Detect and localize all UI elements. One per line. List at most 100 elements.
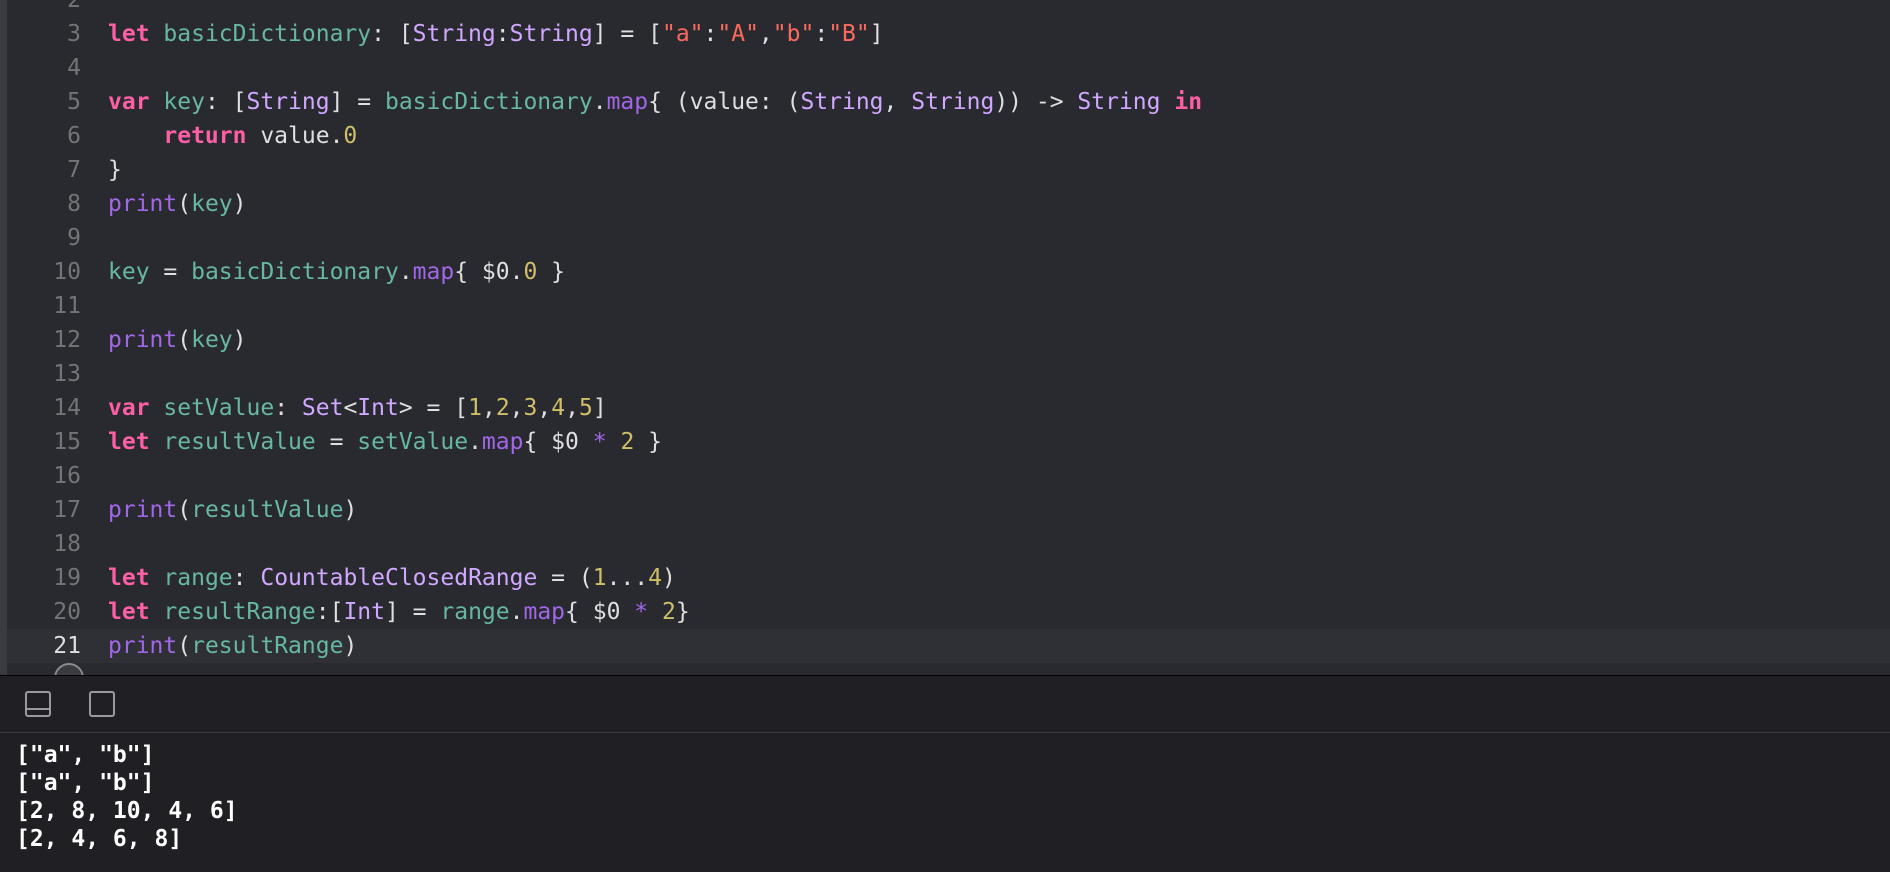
code-text: print(resultRange) (108, 629, 357, 663)
code-token: map (481, 429, 524, 455)
code-line[interactable]: 15 let resultValue = setValue.map{ $0 * 2… (0, 425, 1890, 459)
code-token: { $0 (523, 429, 593, 455)
code-token: : [ (204, 89, 247, 115)
code-token: "b" (772, 21, 815, 47)
code-token: ] (869, 21, 884, 47)
code-line[interactable]: 20 let resultRange:[Int] = range.map{ $0 … (0, 595, 1890, 629)
line-number: 10 (53, 259, 81, 285)
line-number: 7 (67, 157, 81, 183)
code-token: < (343, 395, 358, 421)
code-text: print(resultValue) (108, 493, 357, 527)
code-token: * (634, 599, 649, 625)
code-line[interactable]: 18 (0, 527, 1890, 561)
code-token: var (108, 395, 150, 421)
code-token: : (232, 565, 261, 591)
code-token: . (592, 89, 607, 115)
code-token: String (1077, 89, 1161, 115)
code-token: basicDictionary (163, 21, 372, 47)
code-text: return value.0 (108, 119, 357, 153)
code-line[interactable]: 11 (0, 289, 1890, 323)
code-token: 4 (648, 565, 662, 591)
console-line: ["a", "b"] (16, 770, 155, 796)
code-token: : (814, 21, 829, 47)
code-token: { $0 (565, 599, 635, 625)
console-line: [2, 8, 10, 4, 6] (16, 798, 238, 824)
console-view-icon[interactable] (89, 691, 115, 717)
code-line[interactable]: 10 key = basicDictionary.map{ $0.0 } (0, 255, 1890, 289)
code-line[interactable]: 17 print(resultValue) (0, 493, 1890, 527)
line-number: 19 (53, 565, 81, 591)
code-text: let basicDictionary: [String:String] = [… (108, 17, 884, 51)
code-token: , (481, 395, 496, 421)
code-token: 5 (578, 395, 593, 421)
code-token: return (163, 123, 247, 149)
code-token: = ( (537, 565, 593, 591)
code-line[interactable]: 14 var setValue: Set<Int> = [1,2,3,4,5] (0, 391, 1890, 425)
code-line[interactable]: 9 (0, 221, 1890, 255)
line-number: 20 (53, 599, 81, 625)
code-token: resultRange (191, 633, 344, 659)
code-line[interactable]: 8 print(key) (0, 187, 1890, 221)
code-token: map (412, 259, 455, 285)
code-token: ] = (384, 599, 441, 625)
code-text: let resultValue = setValue.map{ $0 * 2 } (108, 425, 662, 459)
code-token: : (274, 395, 302, 421)
code-text: key = basicDictionary.map{ $0.0 } (108, 255, 565, 289)
code-line[interactable]: 4 (0, 51, 1890, 85)
line-number: 2 (67, 0, 81, 13)
code-token: . (398, 259, 413, 285)
code-token: resultValue (191, 497, 344, 523)
code-token: var (108, 89, 150, 115)
code-token: print (108, 497, 178, 523)
code-token: : (495, 21, 510, 47)
code-token: } (675, 599, 690, 625)
code-line[interactable]: 13 (0, 357, 1890, 391)
line-number: 12 (53, 327, 81, 353)
code-token: 3 (523, 395, 538, 421)
code-token: 4 (551, 395, 566, 421)
code-token: key (108, 259, 150, 285)
line-number: 9 (67, 225, 81, 251)
code-line[interactable]: 2 (0, 0, 1890, 17)
line-number: 4 (67, 55, 81, 81)
line-number: 15 (53, 429, 81, 455)
line-number: 5 (67, 89, 81, 115)
line-number: 13 (53, 361, 81, 387)
code-token: ( (177, 191, 192, 217)
code-token: String (246, 89, 330, 115)
line-number: 21 (53, 633, 81, 659)
code-line[interactable]: 19 let range: CountableClosedRange = (1..… (0, 561, 1890, 595)
console-output[interactable]: ["a", "b"] ["a", "b"] [2, 8, 10, 4, 6] [… (0, 733, 1890, 872)
code-token: key (191, 191, 233, 217)
code-token: 2 (495, 395, 510, 421)
line-number: 3 (67, 21, 81, 47)
code-line[interactable]: 5 var key: [String] = basicDictionary.map… (0, 85, 1890, 119)
code-line[interactable]: 16 (0, 459, 1890, 493)
code-token: String (800, 89, 884, 115)
code-token: , (509, 395, 524, 421)
code-editor[interactable]: 2 3 let basicDictionary: [String:String] =… (0, 0, 1890, 675)
hide-debug-area-icon[interactable] (25, 691, 51, 717)
code-line[interactable]: 21 print(resultRange) (0, 629, 1890, 663)
code-line[interactable]: 6 return value.0 (0, 119, 1890, 153)
code-token: 1 (468, 395, 482, 421)
code-token: ) (232, 327, 247, 353)
debug-bar (0, 675, 1890, 733)
code-token: key (191, 327, 233, 353)
code-text: var key: [String] = basicDictionary.map{… (108, 85, 1202, 119)
code-token: print (108, 327, 178, 353)
code-line[interactable]: 12 print(key) (0, 323, 1890, 357)
code-token: ( (177, 327, 192, 353)
code-token: in (1174, 89, 1203, 115)
code-line[interactable]: 7} (0, 153, 1890, 187)
code-token: ] = [ (592, 21, 662, 47)
code-token: ] = (329, 89, 385, 115)
code-line[interactable]: 3 let basicDictionary: [String:String] = … (0, 17, 1890, 51)
